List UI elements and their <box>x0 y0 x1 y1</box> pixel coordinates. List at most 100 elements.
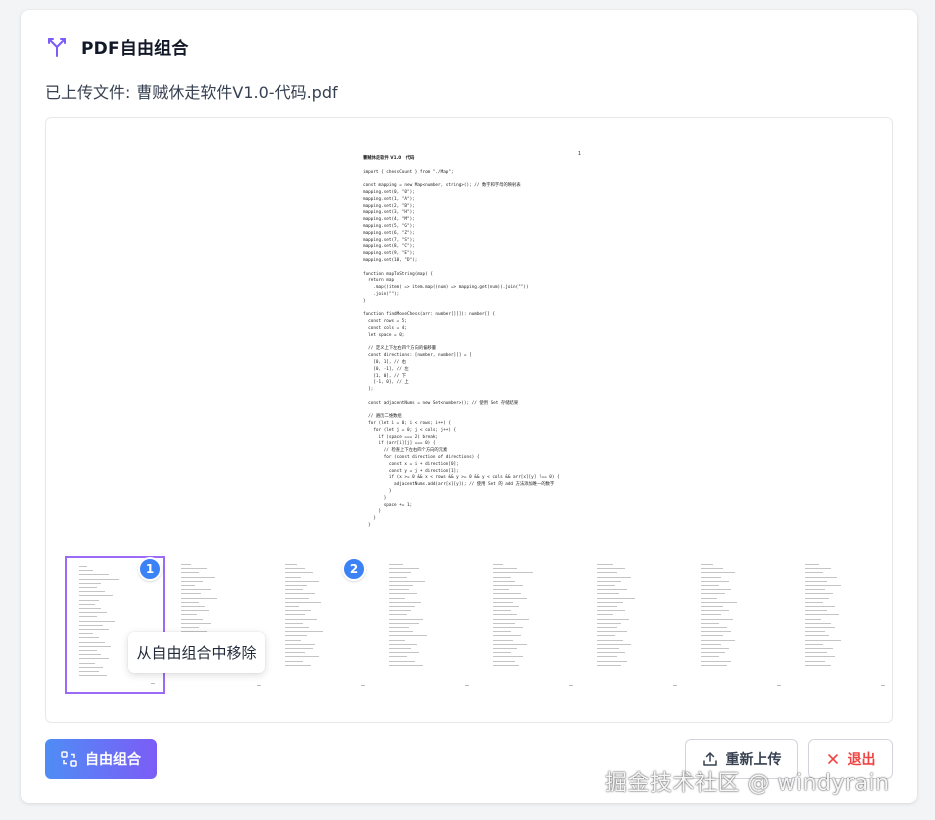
thumbnail-text-line <box>493 564 503 565</box>
watermark: 掘金技术社区 @ windyrain <box>605 771 890 796</box>
thumbnail-text-line <box>701 660 731 662</box>
thumbnail-text-line <box>805 631 825 633</box>
thumbnail-text-line <box>389 618 423 620</box>
thumbnail-text-line <box>79 650 97 651</box>
preview-line: mapping.set(5, "G"); <box>363 223 415 229</box>
thumbnail-text-line <box>389 639 405 641</box>
thumbnail-text-line <box>181 610 209 612</box>
thumbnail-text-line <box>389 652 419 654</box>
thumbnail-text-line <box>285 593 315 595</box>
thumbnail-page-number <box>777 685 781 686</box>
thumbnail-text-line <box>493 568 517 570</box>
thumbnail-text-line <box>597 618 629 620</box>
thumbnail-text-line <box>389 643 417 645</box>
thumbnail-text-line <box>181 580 203 582</box>
page-thumbnail[interactable] <box>793 556 892 694</box>
thumbnail-text-line <box>389 564 403 565</box>
thumbnail-text-line <box>79 666 103 668</box>
preview-line: const rows = 5; <box>363 319 407 325</box>
thumbnail-text-line <box>493 597 527 599</box>
preview-line: mapping.set(1, "A"); <box>363 196 415 202</box>
combine-button-label: 自由组合 <box>85 752 141 768</box>
thumbnail-text-line <box>79 595 113 597</box>
thumbnail-text-line <box>79 675 107 677</box>
thumbnail-text-line <box>389 568 419 570</box>
page-thumbnail[interactable] <box>585 556 685 694</box>
thumbnail-text-line <box>389 580 425 582</box>
thumbnail-text-line <box>181 589 211 591</box>
thumbnail-page-number <box>569 685 573 686</box>
thumbnail-text-line <box>805 660 825 662</box>
thumbnail-text-line <box>285 564 297 565</box>
thumbnail-text-line <box>597 656 617 658</box>
thumbnail-text-line <box>701 589 731 591</box>
page-thumbnail[interactable] <box>481 556 581 694</box>
thumbnail-text-line <box>805 589 825 591</box>
thumbnail-text-line <box>701 610 729 612</box>
preview-line: } <box>363 495 387 501</box>
thumbnail-text-line <box>181 622 211 624</box>
thumbnail-text-line <box>597 614 613 616</box>
thumbnail-text-line <box>79 603 95 605</box>
thumbnail-text-line <box>597 576 631 578</box>
preview-line: mapping.set(6, "Z"); <box>363 230 415 236</box>
thumbnail-text-line <box>79 671 99 672</box>
thumbnail-text-line <box>597 593 619 595</box>
preview-line <box>363 163 560 170</box>
thumbnail-text-line <box>701 564 713 565</box>
thumbnail-text-line <box>701 580 729 582</box>
thumbnail-text-line <box>181 585 195 586</box>
thumbnail-text-line <box>389 648 411 649</box>
page-title: PDF自由组合 <box>81 39 189 59</box>
thumbnail-text-line <box>181 601 199 603</box>
thumbnail-text-line <box>79 608 101 609</box>
combine-button[interactable]: 自由组合 <box>45 739 157 779</box>
thumbnail-text-line <box>597 635 615 637</box>
thumbnail-text-line <box>597 580 621 582</box>
preview-line: const mapping = new Map<number, string>(… <box>363 183 521 189</box>
thumbnail-text-line <box>597 585 615 586</box>
thumbnail-text-line <box>597 601 623 603</box>
preview-line: mapping.set(0, "0"); <box>363 189 415 195</box>
thumbnail-text-line <box>285 664 311 666</box>
thumbnail-text-line <box>701 631 731 633</box>
preview-line <box>363 265 560 272</box>
thumbnail-text-line <box>805 618 821 620</box>
thumbnail-text-line <box>79 616 97 618</box>
pdf-viewer: 1 曹贼休走软件 V1.0 代码 import { chessCount } f… <box>45 117 893 723</box>
thumbnail-text-line <box>285 601 321 603</box>
thumbnail-text-line <box>805 593 833 595</box>
thumbnail-text-line <box>181 614 197 616</box>
thumbnail-text-line <box>701 572 735 574</box>
thumbnail-text-line <box>597 572 617 574</box>
thumbnail-text-line <box>701 601 737 603</box>
thumbnail-text-line <box>79 574 109 576</box>
thumbnail-text-line <box>79 591 105 593</box>
thumbnail-text-line <box>493 572 533 574</box>
preview-page-number: 1 <box>577 151 581 157</box>
thumbnail-text-line <box>79 637 99 639</box>
thumbnail-text-line <box>181 618 203 620</box>
thumbnail-text-line <box>389 610 411 612</box>
thumbnail-text-line <box>597 568 625 570</box>
page-thumbnail[interactable] <box>169 556 269 694</box>
thumbnail-text-line <box>79 578 119 580</box>
thumbnail-text-line <box>493 580 515 582</box>
page-thumbnail[interactable] <box>377 556 477 694</box>
uploaded-label: 已上传文件: <box>45 83 131 102</box>
thumbnail-text-line <box>597 622 621 624</box>
thumbnail-text-line <box>597 660 627 662</box>
thumbnail-text-line <box>805 614 839 616</box>
thumbnail-text-line <box>493 635 521 637</box>
thumbnail-text-line <box>701 593 725 595</box>
thumbnail-text-line <box>597 639 623 641</box>
preview-line: } <box>363 516 376 522</box>
remove-tooltip[interactable]: 从自由组合中移除 <box>128 632 265 673</box>
thumbnail-text-line <box>493 593 521 595</box>
thumbnail-text-line <box>181 576 215 578</box>
page-thumbnail[interactable] <box>689 556 789 694</box>
thumbnail-text-line <box>805 576 837 578</box>
thumbnail-text-line <box>597 648 619 649</box>
thumbnail-text-line <box>285 618 317 620</box>
thumbnail-text-line <box>285 597 309 599</box>
